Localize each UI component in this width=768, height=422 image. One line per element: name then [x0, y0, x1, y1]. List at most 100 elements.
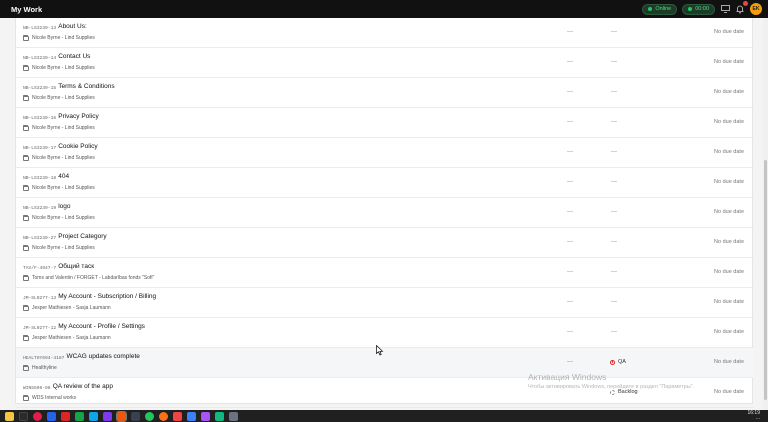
task-due-date[interactable]: No due date [714, 269, 744, 275]
task-row[interactable]: JM-SL0277-12 My Account - Profile / Setti… [16, 318, 754, 348]
task-title[interactable]: 404 [58, 173, 69, 180]
task-list: NB-LS3239-13 About Us: Nicole Byrne - Lind… [15, 18, 754, 408]
task-assignee-cell[interactable]: — [567, 89, 573, 95]
task-status-cell[interactable]: — [611, 29, 617, 35]
task-status-cell[interactable]: — [611, 209, 617, 215]
task-due-date[interactable]: No due date [714, 359, 744, 365]
task-assignee-cell[interactable]: — [567, 239, 573, 245]
task-project: Nicole Byrne - Lind Supplies [23, 154, 95, 161]
task-code: NB-LS3239-15 [23, 86, 57, 91]
task-title[interactable]: My Account - Subscription / Billing [58, 293, 156, 300]
app-icon-orange[interactable] [116, 410, 127, 422]
weather-icon[interactable] [5, 411, 14, 421]
task-status-cell[interactable]: — [611, 119, 617, 125]
app-icon-teal[interactable] [215, 411, 224, 421]
task-due-date[interactable]: No due date [714, 89, 744, 95]
task-assignee-cell[interactable]: — [567, 329, 573, 335]
task-due-date[interactable]: No due date [714, 209, 744, 215]
status-icon [610, 389, 615, 395]
task-assignee-cell[interactable]: — [567, 209, 573, 215]
task-row[interactable]: NB-LS3239-27 Project Category Nicole Byrne… [16, 228, 754, 258]
task-status-cell[interactable]: — [611, 179, 617, 185]
clock[interactable]: 16:19 ... [747, 411, 760, 421]
folder-icon [23, 214, 29, 221]
folder-icon [23, 34, 29, 41]
online-status-toggle[interactable]: Online [642, 3, 678, 15]
task-status[interactable]: Backlog [610, 389, 638, 395]
task-project: Nicole Byrne - Lind Supplies [23, 64, 95, 71]
task-row[interactable]: WIN5596-98 QA review of the app WDS Intern… [16, 378, 754, 408]
avatar[interactable]: EK [750, 3, 762, 15]
monitor-icon[interactable] [720, 4, 730, 14]
app-icon-grey[interactable] [229, 411, 238, 421]
task-status[interactable]: QA [610, 359, 626, 365]
task-status-cell[interactable]: — [611, 299, 617, 305]
status-icon [610, 359, 615, 365]
firefox-icon[interactable] [159, 411, 168, 421]
app-icon-blue-2[interactable] [187, 411, 196, 421]
task-assignee-cell[interactable]: — [567, 119, 573, 125]
task-project-label: Toms and Valentin / FORGET - Labdarības … [32, 275, 155, 281]
task-status-cell[interactable]: — [611, 269, 617, 275]
task-title[interactable]: QA review of the app [53, 383, 113, 390]
task-row[interactable]: JM-SL0277-13 My Account - Subscription / … [16, 288, 754, 318]
task-row[interactable]: HEALTHY694-4187 WCAG updates complete Heal… [16, 348, 754, 378]
header-actions: Online 00:00 EK [642, 1, 762, 15]
task-row[interactable]: NB-LS3239-14 Contact Us Nicole Byrne - Lin… [16, 48, 754, 78]
task-status-cell[interactable]: — [611, 329, 617, 335]
app-icon-red[interactable] [61, 411, 70, 421]
task-assignee-cell[interactable]: — [567, 59, 573, 65]
timer-button[interactable]: 00:00 [682, 3, 715, 15]
task-title[interactable]: Cookie Policy [58, 143, 97, 150]
task-due-date[interactable]: No due date [714, 29, 744, 35]
task-title[interactable]: Terms & Conditions [58, 83, 114, 90]
task-assignee-cell[interactable]: — [567, 29, 573, 35]
edge-icon[interactable] [47, 411, 56, 421]
task-due-date[interactable]: No due date [714, 149, 744, 155]
task-row[interactable]: NB-LS3239-15 Terms & Conditions Nicole Byr… [16, 78, 754, 108]
chrome-icon[interactable] [145, 411, 154, 421]
task-due-date[interactable]: No due date [714, 299, 744, 305]
app-icon-purple[interactable] [103, 411, 112, 421]
app-icon-purple-2[interactable] [201, 411, 210, 421]
task-title[interactable]: About Us: [58, 23, 87, 30]
task-row[interactable]: TAV/F-4947-7 Общий таск Toms and Valentin … [16, 258, 754, 288]
task-title[interactable]: logo [58, 203, 70, 210]
task-title[interactable]: Contact Us [58, 53, 90, 60]
task-assignee-cell[interactable]: — [567, 359, 573, 365]
task-title[interactable]: WCAG updates complete [67, 353, 140, 360]
task-status-cell[interactable]: — [611, 239, 617, 245]
task-title[interactable]: My Account - Profile / Settings [58, 323, 145, 330]
opera-icon[interactable] [33, 411, 42, 421]
task-due-date[interactable]: No due date [714, 389, 744, 395]
timer-dot-icon [688, 7, 693, 11]
task-title[interactable]: Общий таск [58, 263, 94, 270]
task-project: Nicole Byrne - Lind Supplies [23, 184, 95, 191]
task-due-date[interactable]: No due date [714, 119, 744, 125]
task-row[interactable]: NB-LS3239-19 logo Nicole Byrne - Lind Supp… [16, 198, 754, 228]
task-assignee-cell[interactable]: — [567, 299, 573, 305]
task-due-date[interactable]: No due date [714, 239, 744, 245]
task-row[interactable]: NB-LS3239-16 Privacy Policy Nicole Byrne -… [16, 108, 754, 138]
task-status-cell[interactable]: — [611, 59, 617, 65]
app-icon-dark[interactable] [131, 411, 140, 421]
task-due-date[interactable]: No due date [714, 329, 744, 335]
app-icon-green[interactable] [75, 411, 84, 421]
task-row[interactable]: NB-LS3239-17 Cookie Policy Nicole Byrne - … [16, 138, 754, 168]
task-row[interactable]: NB-LS3239-13 About Us: Nicole Byrne - Lind… [16, 18, 754, 48]
task-title[interactable]: Privacy Policy [58, 113, 98, 120]
task-assignee-cell[interactable]: — [567, 179, 573, 185]
task-due-date[interactable]: No due date [714, 59, 744, 65]
task-title[interactable]: Project Category [58, 233, 106, 240]
app-icon-blue[interactable] [89, 411, 98, 421]
start-icon[interactable] [19, 411, 28, 421]
task-row[interactable]: NB-LS3239-18 404 Nicole Byrne - Lind Suppl… [16, 168, 754, 198]
app-icon-red-2[interactable] [173, 411, 182, 421]
task-status-cell[interactable]: — [611, 89, 617, 95]
task-assignee-cell[interactable]: — [567, 269, 573, 275]
task-assignee-cell[interactable]: — [567, 149, 573, 155]
task-status-cell[interactable]: — [611, 149, 617, 155]
scrollbar-thumb[interactable] [764, 160, 767, 400]
bell-icon[interactable] [735, 1, 748, 14]
task-due-date[interactable]: No due date [714, 179, 744, 185]
